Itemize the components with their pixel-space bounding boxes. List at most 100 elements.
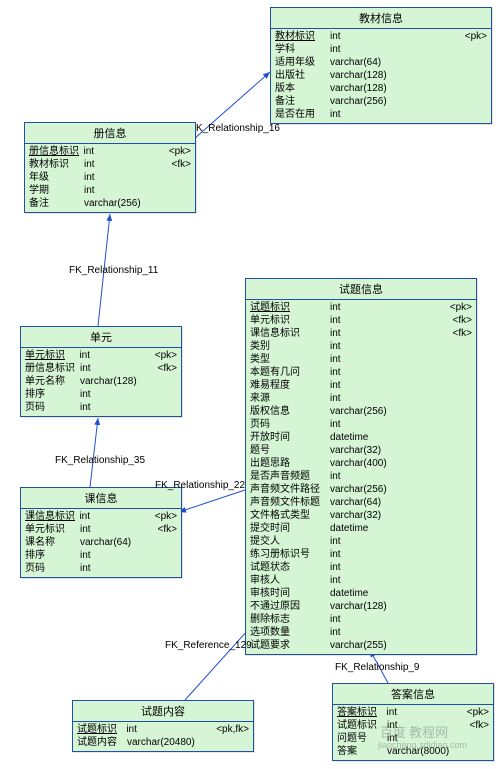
column-name: 题号: [250, 444, 330, 457]
column-row: 备注varchar(256): [29, 197, 191, 210]
column-row: 试题内容varchar(20480): [77, 736, 249, 749]
column-type: varchar(32): [330, 509, 420, 522]
entity-title: 教材信息: [271, 8, 491, 29]
column-name: 提交时间: [250, 522, 330, 535]
column-key: [420, 379, 472, 392]
column-key: <fk>: [420, 327, 472, 340]
column-row: 册信息标识int<pk>: [29, 145, 191, 158]
column-row: 册信息标识int<fk>: [25, 362, 177, 375]
rel-label-35: FK_Relationship_35: [55, 455, 145, 466]
entity-title: 试题内容: [73, 701, 253, 722]
column-name: 出题思路: [250, 457, 330, 470]
column-type: varchar(64): [80, 536, 150, 549]
column-name: 提交人: [250, 535, 330, 548]
rel-label-22: FK_Relationship_22: [155, 480, 245, 491]
column-key: [150, 401, 177, 414]
column-key: [420, 535, 472, 548]
column-row: 课名称varchar(64): [25, 536, 177, 549]
column-row: 审核人int: [250, 574, 472, 587]
column-name: 单元名称: [25, 375, 80, 388]
column-row: 版权信息varchar(256): [250, 405, 472, 418]
column-key: <fk>: [150, 362, 177, 375]
column-type: int: [84, 184, 164, 197]
column-type: int: [330, 574, 420, 587]
column-row: 课信息标识int<fk>: [250, 327, 472, 340]
entity-teaching-material: 教材信息 教材标识int<pk>学科int适用年级varchar(64)出版社v…: [270, 7, 492, 124]
column-key: <pk>: [163, 145, 191, 158]
column-type: int: [330, 548, 420, 561]
column-name: 试题标识: [250, 301, 330, 314]
column-row: 题号varchar(32): [250, 444, 472, 457]
rel-label-9: FK_Relationship_9: [335, 662, 420, 673]
column-row: 排序int: [25, 388, 177, 401]
column-row: 试题要求varchar(255): [250, 639, 472, 652]
column-row: 不通过原因varchar(128): [250, 600, 472, 613]
column-name: 学期: [29, 184, 84, 197]
column-name: 学科: [275, 43, 330, 56]
column-type: int: [387, 719, 462, 732]
column-key: <pk,fk>: [210, 723, 249, 736]
column-type: int: [80, 562, 150, 575]
column-name: 是否声音频题: [250, 470, 330, 483]
column-key: [420, 405, 472, 418]
column-type: varchar(8000): [387, 745, 462, 758]
column-name: 本题有几问: [250, 366, 330, 379]
column-name: 年级: [29, 171, 84, 184]
column-row: 练习册标识号int: [250, 548, 472, 561]
column-row: 难易程度int: [250, 379, 472, 392]
column-type: int: [330, 470, 420, 483]
column-key: [420, 366, 472, 379]
column-type: int: [330, 108, 430, 121]
column-name: 册信息标识: [29, 145, 83, 158]
column-key: [420, 613, 472, 626]
column-type: int: [80, 523, 150, 536]
column-name: 文件格式类型: [250, 509, 330, 522]
column-type: datetime: [330, 431, 420, 444]
column-name: 单元标识: [250, 314, 330, 327]
column-row: 单元名称varchar(128): [25, 375, 177, 388]
column-type: varchar(128): [80, 375, 150, 388]
entity-title: 单元: [21, 327, 181, 348]
column-name: 练习册标识号: [250, 548, 330, 561]
column-name: 试题内容: [77, 736, 127, 749]
column-key: [420, 574, 472, 587]
column-name: 难易程度: [250, 379, 330, 392]
column-key: [420, 496, 472, 509]
column-type: int: [330, 340, 420, 353]
column-type: datetime: [330, 522, 420, 535]
column-key: [150, 536, 177, 549]
column-row: 是否在用int: [275, 108, 487, 121]
column-name: 开放时间: [250, 431, 330, 444]
column-type: int: [330, 613, 420, 626]
column-key: [150, 388, 177, 401]
column-type: int: [387, 706, 461, 719]
column-type: int: [330, 366, 420, 379]
column-row: 教材标识int<fk>: [29, 158, 191, 171]
column-type: varchar(20480): [127, 736, 212, 749]
entity-title: 答案信息: [333, 684, 493, 705]
column-row: 答案varchar(8000): [337, 745, 489, 758]
column-name: 删除标志: [250, 613, 330, 626]
column-name: 问题号: [337, 732, 387, 745]
column-row: 提交时间datetime: [250, 522, 472, 535]
column-name: 排序: [25, 388, 80, 401]
column-key: [164, 171, 191, 184]
column-key: [164, 197, 191, 210]
column-key: [420, 418, 472, 431]
column-name: 课名称: [25, 536, 80, 549]
column-type: int: [80, 362, 150, 375]
entity-body: 试题标识int<pk,fk>试题内容varchar(20480): [73, 722, 253, 751]
column-type: varchar(128): [330, 600, 420, 613]
column-type: varchar(32): [330, 444, 420, 457]
column-name: 页码: [25, 562, 80, 575]
column-name: 页码: [25, 401, 80, 414]
column-name: 单元标识: [25, 349, 79, 362]
column-type: varchar(128): [330, 69, 430, 82]
column-name: 不通过原因: [250, 600, 330, 613]
column-row: 开放时间datetime: [250, 431, 472, 444]
column-row: 问题号int: [337, 732, 489, 745]
column-key: <pk>: [149, 510, 177, 523]
column-row: 本题有几问int: [250, 366, 472, 379]
column-row: 单元标识int<pk>: [25, 349, 177, 362]
column-row: 学期int: [29, 184, 191, 197]
